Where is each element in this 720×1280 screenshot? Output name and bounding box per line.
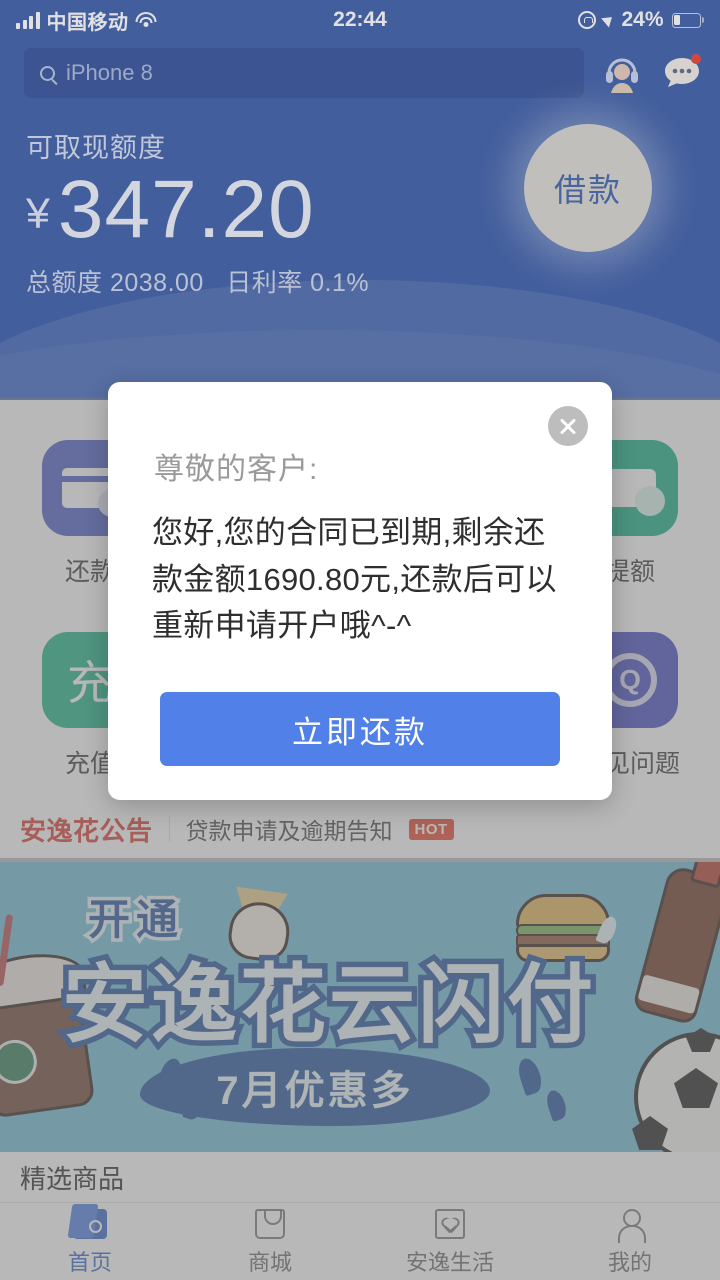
modal-backdrop-header[interactable] <box>0 0 720 398</box>
repay-now-button[interactable]: 立即还款 <box>160 692 560 766</box>
dialog-message: 您好,您的合同已到期,剩余还款金额1690.80元,还款后可以重新申请开户哦^-… <box>152 515 557 643</box>
close-icon[interactable] <box>548 406 588 446</box>
repay-now-button-label: 立即还款 <box>292 714 428 750</box>
contract-expired-dialog: 尊敬的客户: 您好,您的合同已到期,剩余还款金额1690.80元,还款后可以重新… <box>108 382 612 800</box>
dialog-greeting: 尊敬的客户: <box>154 453 319 486</box>
